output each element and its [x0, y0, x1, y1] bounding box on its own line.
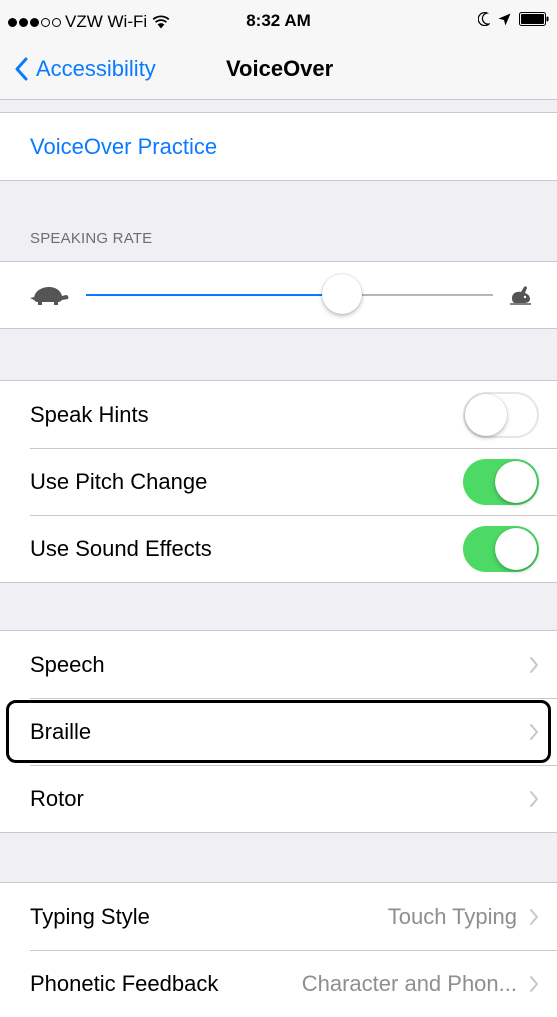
status-bar: VZW Wi-Fi 8:32 AM: [0, 0, 557, 40]
speaking-rate-group: [0, 261, 557, 329]
slider-fill: [86, 294, 343, 296]
back-button-label: Accessibility: [36, 56, 156, 81]
use-pitch-change-switch[interactable]: [463, 458, 539, 505]
phonetic-feedback-label: Phonetic Feedback: [30, 970, 219, 996]
phonetic-feedback-row[interactable]: Phonetic Feedback Character and Phon...: [0, 950, 557, 1017]
typing-group: Typing Style Touch Typing Phonetic Feedb…: [0, 882, 557, 1017]
speech-row[interactable]: Speech: [0, 631, 557, 698]
braille-row[interactable]: Braille: [0, 698, 557, 765]
voiceover-practice-row[interactable]: VoiceOver Practice: [0, 113, 557, 180]
speaking-rate-row: [0, 262, 557, 328]
use-sound-effects-switch[interactable]: [463, 525, 539, 572]
rotor-label: Rotor: [30, 785, 84, 811]
settings-nav-group: Speech Braille Rotor: [0, 630, 557, 833]
use-sound-effects-row: Use Sound Effects: [0, 515, 557, 582]
moon-icon: [478, 12, 490, 26]
navigation-bar: Accessibility VoiceOver: [0, 40, 557, 100]
chevron-right-icon: [530, 908, 538, 925]
rotor-row[interactable]: Rotor: [0, 765, 557, 832]
chevron-right-icon: [530, 790, 538, 807]
use-sound-effects-label: Use Sound Effects: [30, 535, 212, 561]
speaking-rate-slider[interactable]: [86, 274, 493, 314]
use-pitch-change-row: Use Pitch Change: [0, 448, 557, 515]
chevron-right-icon: [530, 723, 538, 740]
typing-style-value: Touch Typing: [387, 903, 517, 929]
speaking-rate-header: SPEAKING RATE: [30, 230, 153, 247]
typing-style-row[interactable]: Typing Style Touch Typing: [0, 883, 557, 950]
speech-label: Speech: [30, 651, 105, 677]
toggles-group: Speak Hints Use Pitch Change Use Sound E…: [0, 380, 557, 583]
speak-hints-label: Speak Hints: [30, 401, 149, 427]
location-arrow-icon: [498, 13, 511, 25]
hare-icon: [510, 286, 531, 305]
slider-thumb[interactable]: [322, 274, 363, 314]
back-button[interactable]: Accessibility: [14, 40, 156, 98]
battery-icon: [519, 12, 549, 26]
use-pitch-change-label: Use Pitch Change: [30, 468, 208, 494]
speak-hints-switch[interactable]: [463, 391, 539, 438]
status-time: 8:32 AM: [246, 11, 311, 30]
speak-hints-row: Speak Hints: [0, 381, 557, 448]
phonetic-feedback-value: Character and Phon...: [301, 970, 517, 996]
typing-style-label: Typing Style: [30, 903, 150, 929]
status-right: [478, 12, 549, 26]
practice-group: VoiceOver Practice: [0, 112, 557, 181]
chevron-right-icon: [530, 975, 538, 992]
chevron-left-icon: [15, 57, 28, 81]
chevron-right-icon: [530, 656, 538, 673]
switch-knob: [465, 393, 507, 436]
switch-knob: [495, 527, 537, 570]
switch-knob: [495, 460, 537, 503]
voiceover-practice-label: VoiceOver Practice: [30, 133, 218, 159]
page-title: VoiceOver: [226, 56, 334, 81]
braille-label: Braille: [30, 718, 92, 744]
turtle-icon: [30, 287, 69, 305]
